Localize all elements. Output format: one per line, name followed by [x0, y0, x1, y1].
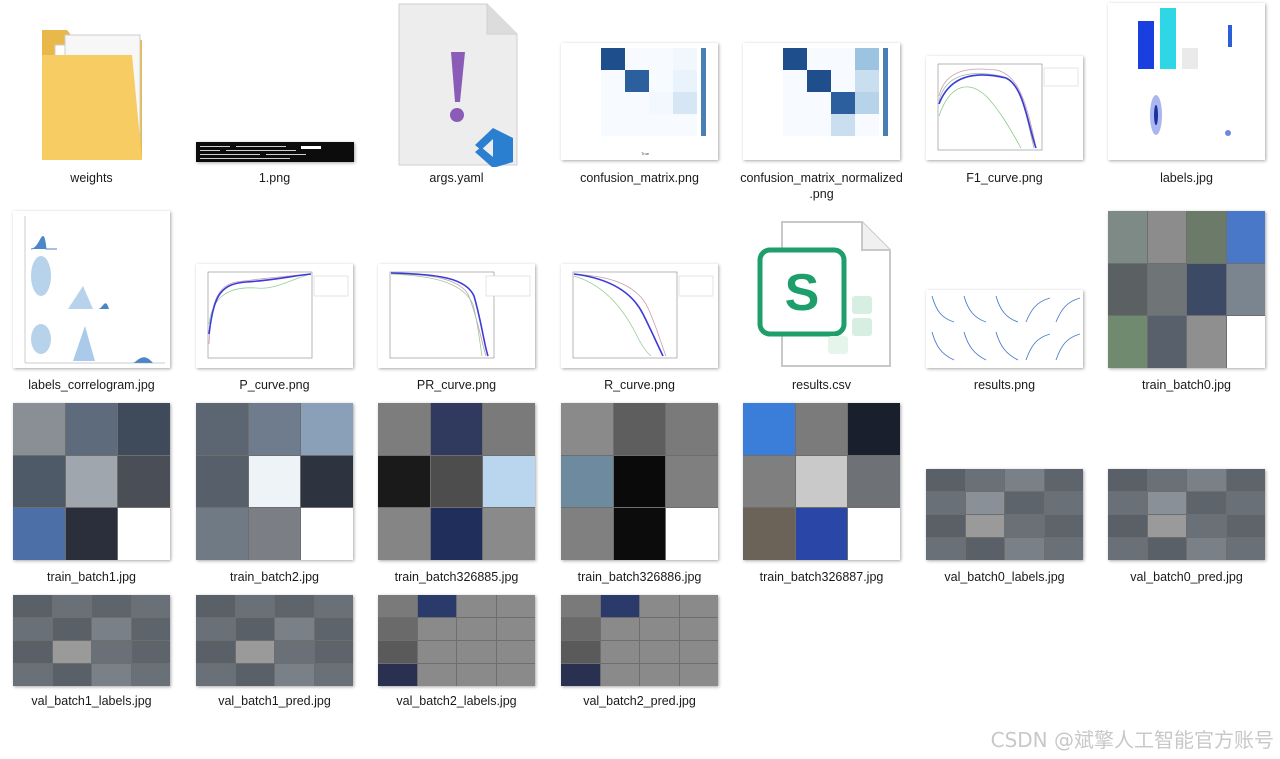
file-name: val_batch0_labels.jpg	[944, 570, 1065, 584]
file-item-val-batch1-pred[interactable]: val_batch1_pred.jpg	[183, 592, 366, 722]
file-item-1-png[interactable]: 1.png	[183, 0, 366, 200]
file-name: val_batch2_pred.jpg	[583, 694, 696, 708]
file-name: F1_curve.png	[966, 171, 1043, 185]
correlogram-thumbnail	[0, 208, 183, 368]
file-item-val-batch0-pred[interactable]: val_batch0_pred.jpg	[1095, 400, 1278, 590]
file-item-train-batch1[interactable]: train_batch1.jpg	[0, 400, 183, 590]
file-name: train_batch326887.jpg	[759, 570, 884, 584]
csv-file-icon: S	[730, 208, 913, 368]
file-item-labels-correlogram[interactable]: labels_correlogram.jpg	[0, 208, 183, 398]
file-item-labels[interactable]: labels.jpg	[1095, 0, 1278, 200]
file-item-weights[interactable]: weights	[0, 0, 183, 200]
terminal-thumbnail	[183, 0, 366, 162]
file-item-args-yaml[interactable]: args.yaml	[365, 0, 548, 200]
file-name: val_batch0_pred.jpg	[1130, 570, 1243, 584]
file-name: train_batch0.jpg	[1142, 378, 1231, 392]
file-item-confusion-matrix[interactable]: True confusion_matrix.png	[548, 0, 731, 200]
file-item-train-batch326885[interactable]: train_batch326885.jpg	[365, 400, 548, 590]
watermark: CSDN @斌擎人工智能官方账号	[990, 728, 1274, 752]
file-name: labels.jpg	[1160, 171, 1213, 185]
results-thumbnail	[913, 208, 1096, 368]
file-name: val_batch1_labels.jpg	[31, 694, 152, 708]
file-name: P_curve.png	[239, 378, 310, 392]
file-item-val-batch1-labels[interactable]: val_batch1_labels.jpg	[0, 592, 183, 722]
svg-text:True: True	[641, 151, 650, 156]
file-item-results-csv[interactable]: S results.csv	[730, 208, 913, 398]
heatmap-thumbnail	[730, 0, 913, 160]
file-name: train_batch326885.jpg	[394, 570, 519, 584]
folder-icon	[0, 0, 183, 165]
file-item-train-batch326887[interactable]: train_batch326887.jpg	[730, 400, 913, 590]
file-name: val_batch1_pred.jpg	[218, 694, 331, 708]
file-item-confusion-matrix-normalized[interactable]: confusion_matrix_normalized .png	[730, 0, 913, 201]
file-item-val-batch2-labels[interactable]: val_batch2_labels.jpg	[365, 592, 548, 722]
file-grid: weights 1.png args.yaml True confusion_m…	[0, 0, 1280, 759]
curve-thumbnail	[548, 208, 731, 368]
photo-grid-thumbnail	[365, 400, 548, 560]
curve-thumbnail	[365, 208, 548, 368]
photo-grid-thumbnail	[0, 400, 183, 560]
file-item-results-png[interactable]: results.png	[913, 208, 1096, 398]
labels-thumbnail	[1095, 0, 1278, 160]
file-name: 1.png	[258, 171, 291, 185]
file-name: train_batch1.jpg	[47, 570, 136, 584]
svg-text:S: S	[784, 264, 819, 322]
file-name: val_batch2_labels.jpg	[396, 694, 517, 708]
file-name: confusion_matrix.png	[580, 171, 699, 185]
photo-grid-thumbnail	[0, 592, 183, 686]
file-name: train_batch326886.jpg	[577, 570, 702, 584]
file-item-val-batch2-pred[interactable]: val_batch2_pred.jpg	[548, 592, 731, 722]
curve-thumbnail	[913, 0, 1096, 160]
photo-grid-thumbnail	[365, 592, 548, 686]
file-name: PR_curve.png	[416, 378, 497, 392]
file-name: args.yaml	[429, 171, 484, 185]
photo-grid-thumbnail	[183, 592, 366, 686]
file-item-train-batch2[interactable]: train_batch2.jpg	[183, 400, 366, 590]
photo-grid-thumbnail	[1095, 400, 1278, 560]
photo-grid-thumbnail	[183, 400, 366, 560]
photo-grid-thumbnail	[730, 400, 913, 560]
yaml-file-icon	[365, 0, 548, 167]
file-item-val-batch0-labels[interactable]: val_batch0_labels.jpg	[913, 400, 1096, 590]
file-item-r-curve[interactable]: R_curve.png	[548, 208, 731, 398]
file-name: weights	[70, 171, 113, 185]
file-item-p-curve[interactable]: P_curve.png	[183, 208, 366, 398]
file-name: train_batch2.jpg	[230, 570, 319, 584]
file-item-train-batch0[interactable]: train_batch0.jpg	[1095, 208, 1278, 398]
photo-grid-thumbnail	[548, 592, 731, 686]
file-name: labels_correlogram.jpg	[28, 378, 155, 392]
file-item-pr-curve[interactable]: PR_curve.png	[365, 208, 548, 398]
photo-grid-thumbnail	[1095, 208, 1278, 368]
file-item-f1-curve[interactable]: F1_curve.png	[913, 0, 1096, 200]
photo-grid-thumbnail	[548, 400, 731, 560]
file-name: confusion_matrix_normalized .png	[740, 171, 903, 201]
file-item-train-batch326886[interactable]: train_batch326886.jpg	[548, 400, 731, 590]
photo-grid-thumbnail	[913, 400, 1096, 560]
heatmap-thumbnail: True	[548, 0, 731, 160]
file-name: results.csv	[791, 378, 852, 392]
file-name: results.png	[973, 378, 1036, 392]
curve-thumbnail	[183, 208, 366, 368]
file-name: R_curve.png	[604, 378, 675, 392]
